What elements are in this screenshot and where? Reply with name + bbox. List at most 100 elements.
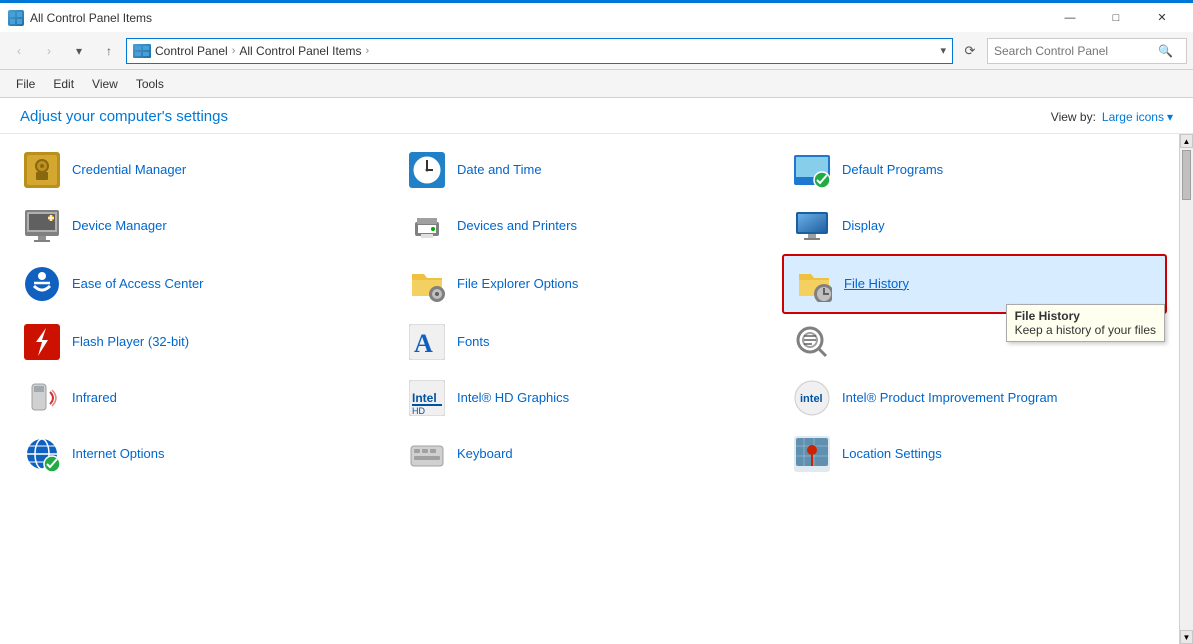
- svg-text:intel: intel: [800, 393, 823, 405]
- titlebar-left: All Control Panel Items: [8, 10, 152, 26]
- location-settings-label: Location Settings: [842, 446, 942, 463]
- view-by-control: View by: Large icons ▾: [1051, 110, 1173, 124]
- menu-view[interactable]: View: [84, 74, 126, 94]
- list-item[interactable]: A Fonts: [397, 314, 782, 370]
- internet-options-icon: [22, 434, 62, 474]
- file-explorer-options-label: File Explorer Options: [457, 276, 578, 293]
- menu-file[interactable]: File: [8, 74, 43, 94]
- fonts-icon: A: [407, 322, 447, 362]
- file-history-tooltip: File History Keep a history of your file…: [1006, 304, 1165, 342]
- items-grid: Credential Manager Date and Time: [12, 142, 1167, 482]
- indexing-options-icon: [792, 322, 832, 362]
- list-item[interactable]: Display: [782, 198, 1167, 254]
- display-label: Display: [842, 218, 885, 235]
- list-item[interactable]: Flash Player (32-bit): [12, 314, 397, 370]
- list-item[interactable]: Date and Time: [397, 142, 782, 198]
- scrollbar[interactable]: ▲ ▼: [1179, 134, 1193, 644]
- list-item[interactable]: Location Settings: [782, 426, 1167, 482]
- list-item[interactable]: Intel HD Intel® HD Graphics: [397, 370, 782, 426]
- menu-edit[interactable]: Edit: [45, 74, 82, 94]
- back-button[interactable]: ‹: [6, 38, 32, 64]
- list-item[interactable]: Infrared: [12, 370, 397, 426]
- list-item[interactable]: File History File History Keep a history…: [782, 254, 1167, 314]
- intel-product-icon: intel: [792, 378, 832, 418]
- titlebar: All Control Panel Items — □ ✕: [0, 0, 1193, 32]
- flash-player-label: Flash Player (32-bit): [72, 334, 189, 351]
- list-item[interactable]: Keyboard: [397, 426, 782, 482]
- intel-hd-graphics-label: Intel® HD Graphics: [457, 390, 569, 407]
- ease-of-access-label: Ease of Access Center: [72, 276, 204, 293]
- ease-of-access-icon: [22, 264, 62, 304]
- keyboard-icon: [407, 434, 447, 474]
- tooltip-title: File History: [1015, 309, 1156, 323]
- scroll-up-button[interactable]: ▲: [1180, 134, 1193, 148]
- breadcrumb-all: All Control Panel Items: [239, 44, 361, 58]
- scroll-thumb[interactable]: [1182, 150, 1191, 200]
- device-manager-label: Device Manager: [72, 218, 167, 235]
- items-container: Credential Manager Date and Time: [0, 134, 1179, 644]
- app-icon: [8, 10, 24, 26]
- tooltip-description: Keep a history of your files: [1015, 323, 1156, 337]
- devices-printers-icon: [407, 206, 447, 246]
- close-button[interactable]: ✕: [1139, 3, 1185, 32]
- credential-manager-label: Credential Manager: [72, 162, 186, 179]
- internet-options-label: Internet Options: [72, 446, 165, 463]
- file-history-label: File History: [844, 276, 909, 293]
- viewby-dropdown[interactable]: Large icons ▾: [1102, 110, 1173, 124]
- viewby-value-text: Large icons: [1102, 110, 1164, 124]
- list-item[interactable]: Credential Manager: [12, 142, 397, 198]
- forward-button[interactable]: ›: [36, 38, 62, 64]
- default-programs-label: Default Programs: [842, 162, 943, 179]
- device-manager-icon: [22, 206, 62, 246]
- default-programs-icon: [792, 150, 832, 190]
- scroll-down-button[interactable]: ▼: [1180, 630, 1193, 644]
- list-item[interactable]: intel Intel® Product Improvement Program: [782, 370, 1167, 426]
- maximize-button[interactable]: □: [1093, 3, 1139, 32]
- minimize-button[interactable]: —: [1047, 3, 1093, 32]
- dropdown-history-button[interactable]: ▾: [66, 38, 92, 64]
- list-item[interactable]: Devices and Printers: [397, 198, 782, 254]
- menu-bar: File Edit View Tools: [0, 70, 1193, 98]
- date-time-label: Date and Time: [457, 162, 542, 179]
- credential-manager-icon: [22, 150, 62, 190]
- address-icon: [133, 44, 151, 58]
- viewby-arrow-icon: ▾: [1167, 110, 1173, 124]
- up-button[interactable]: ↑: [96, 38, 122, 64]
- refresh-button[interactable]: ⟳: [957, 38, 983, 64]
- flash-player-icon: [22, 322, 62, 362]
- location-settings-icon: [792, 434, 832, 474]
- search-icon[interactable]: 🔍: [1158, 44, 1173, 58]
- list-item[interactable]: File Explorer Options: [397, 254, 782, 314]
- list-item[interactable]: Device Manager: [12, 198, 397, 254]
- list-item[interactable]: Default Programs: [782, 142, 1167, 198]
- list-item[interactable]: Ease of Access Center: [12, 254, 397, 314]
- breadcrumb-cp: Control Panel: [155, 44, 228, 58]
- window-title: All Control Panel Items: [30, 11, 152, 25]
- file-explorer-options-icon: [407, 264, 447, 304]
- svg-text:Intel: Intel: [412, 391, 437, 405]
- keyboard-label: Keyboard: [457, 446, 513, 463]
- intel-hd-graphics-icon: Intel HD: [407, 378, 447, 418]
- file-history-icon: [794, 264, 834, 304]
- svg-text:HD: HD: [412, 406, 425, 416]
- content-header: Adjust your computer's settings View by:…: [0, 98, 1193, 134]
- address-dropdown-button[interactable]: ▾: [940, 44, 946, 57]
- devices-printers-label: Devices and Printers: [457, 218, 577, 235]
- fonts-label: Fonts: [457, 334, 490, 351]
- search-box[interactable]: 🔍: [987, 38, 1187, 64]
- viewby-label: View by:: [1051, 110, 1096, 124]
- list-item[interactable]: Internet Options: [12, 426, 397, 482]
- search-input[interactable]: [994, 44, 1154, 58]
- infrared-label: Infrared: [72, 390, 117, 407]
- page-title: Adjust your computer's settings: [20, 108, 228, 125]
- svg-text:A: A: [414, 329, 433, 358]
- address-bar[interactable]: Control Panel › All Control Panel Items …: [126, 38, 953, 64]
- menu-tools[interactable]: Tools: [128, 74, 172, 94]
- separator2: ›: [365, 45, 369, 57]
- display-icon: [792, 206, 832, 246]
- window-controls: — □ ✕: [1047, 3, 1185, 32]
- date-time-icon: [407, 150, 447, 190]
- main-content: Adjust your computer's settings View by:…: [0, 98, 1193, 644]
- infrared-icon: [22, 378, 62, 418]
- separator1: ›: [232, 45, 236, 57]
